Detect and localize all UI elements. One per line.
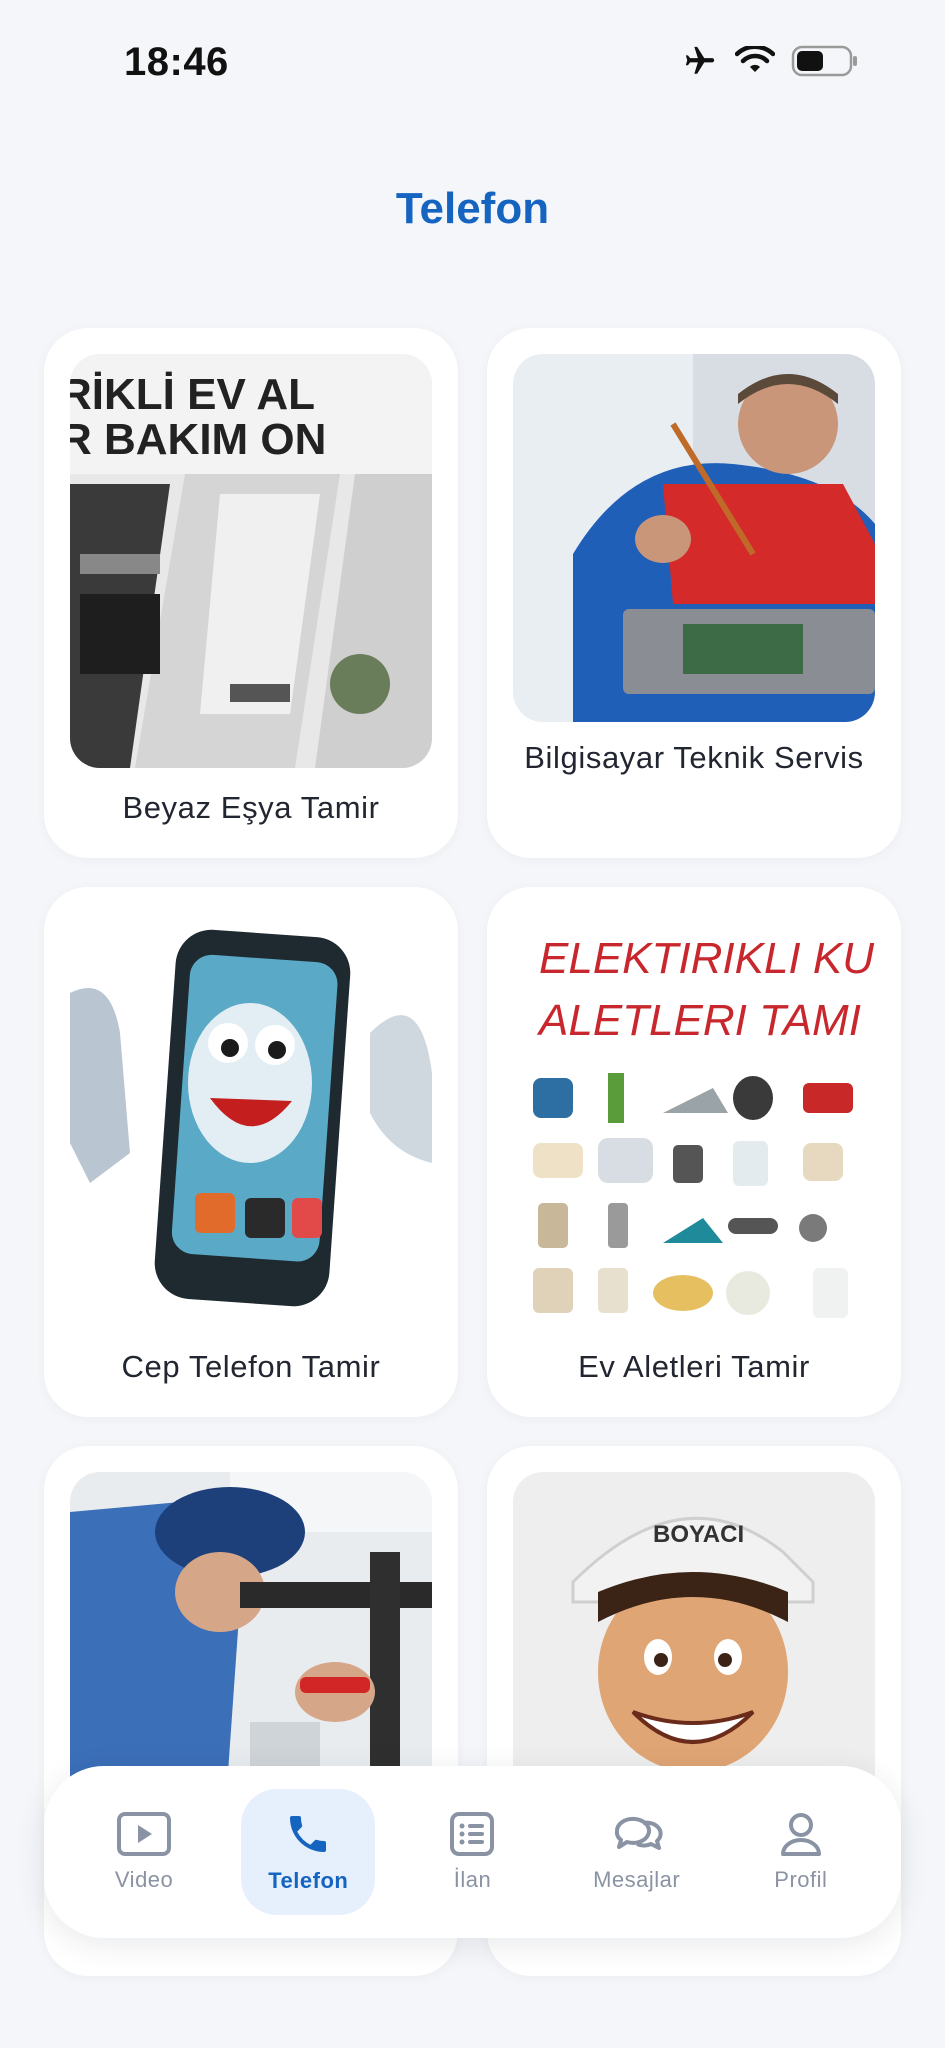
list-icon <box>449 1811 495 1857</box>
category-card-ev-aletleri[interactable]: ELEKTIRIKLI KUC ALETLERI TAMI Ev Aletler… <box>487 887 901 1417</box>
nav-label-mesajlar: Mesajlar <box>593 1867 681 1892</box>
category-grid: RİKLİ EV AL R BAKIM ON Beyaz Eşya Tamir <box>44 328 901 1976</box>
image-banner-line-1: ELEKTIRIKLI KUC <box>539 934 875 983</box>
nav-label-ilan: İlan <box>453 1867 492 1892</box>
nav-item-ilan[interactable]: İlan <box>405 1789 539 1915</box>
image-banner-line-1: RİKLİ EV AL <box>70 370 315 419</box>
nav-label-video: Video <box>114 1867 174 1892</box>
page-title: Telefon <box>395 184 550 233</box>
category-label: Bilgisayar Teknik Servis <box>524 740 864 775</box>
bottom-nav: Video Telefon İlan Mesajlar Profil <box>44 1766 901 1938</box>
category-card-cep-telefon[interactable]: Cep Telefon Tamir <box>44 887 458 1417</box>
category-image: RİKLİ EV AL R BAKIM ON <box>70 354 432 768</box>
category-image: ELEKTIRIKLI KUC ALETLERI TAMI <box>513 913 875 1327</box>
nav-item-profil[interactable]: Profil <box>734 1789 868 1915</box>
video-icon <box>116 1811 172 1857</box>
nav-item-telefon[interactable]: Telefon <box>241 1789 376 1915</box>
airplane-icon <box>681 44 719 78</box>
category-image <box>513 354 875 722</box>
status-icons <box>681 44 859 78</box>
chat-icon <box>611 1811 663 1857</box>
image-cap-text: BOYACI <box>653 1521 744 1548</box>
nav-item-video[interactable]: Video <box>77 1789 211 1915</box>
category-card-bilgisayar[interactable]: Bilgisayar Teknik Servis <box>487 328 901 858</box>
category-image <box>70 913 432 1327</box>
category-card-beyaz-esya[interactable]: RİKLİ EV AL R BAKIM ON Beyaz Eşya Tamir <box>44 328 458 858</box>
nav-label-telefon: Telefon <box>268 1868 349 1893</box>
wifi-icon <box>735 46 775 76</box>
status-time: 18:46 <box>124 40 229 84</box>
image-banner-line-2: ALETLERI TAMI <box>536 996 861 1045</box>
user-icon <box>778 1811 824 1857</box>
nav-item-mesajlar[interactable]: Mesajlar <box>570 1789 704 1915</box>
image-banner-line-2: R BAKIM ON <box>70 415 326 464</box>
category-label: Ev Aletleri Tamir <box>578 1349 810 1384</box>
phone-icon <box>284 1810 332 1858</box>
status-bar: 18:46 <box>0 0 945 120</box>
category-label: Cep Telefon Tamir <box>121 1349 381 1384</box>
category-label: Beyaz Eşya Tamir <box>122 790 380 825</box>
nav-label-profil: Profil <box>774 1867 828 1892</box>
battery-icon <box>791 45 859 77</box>
